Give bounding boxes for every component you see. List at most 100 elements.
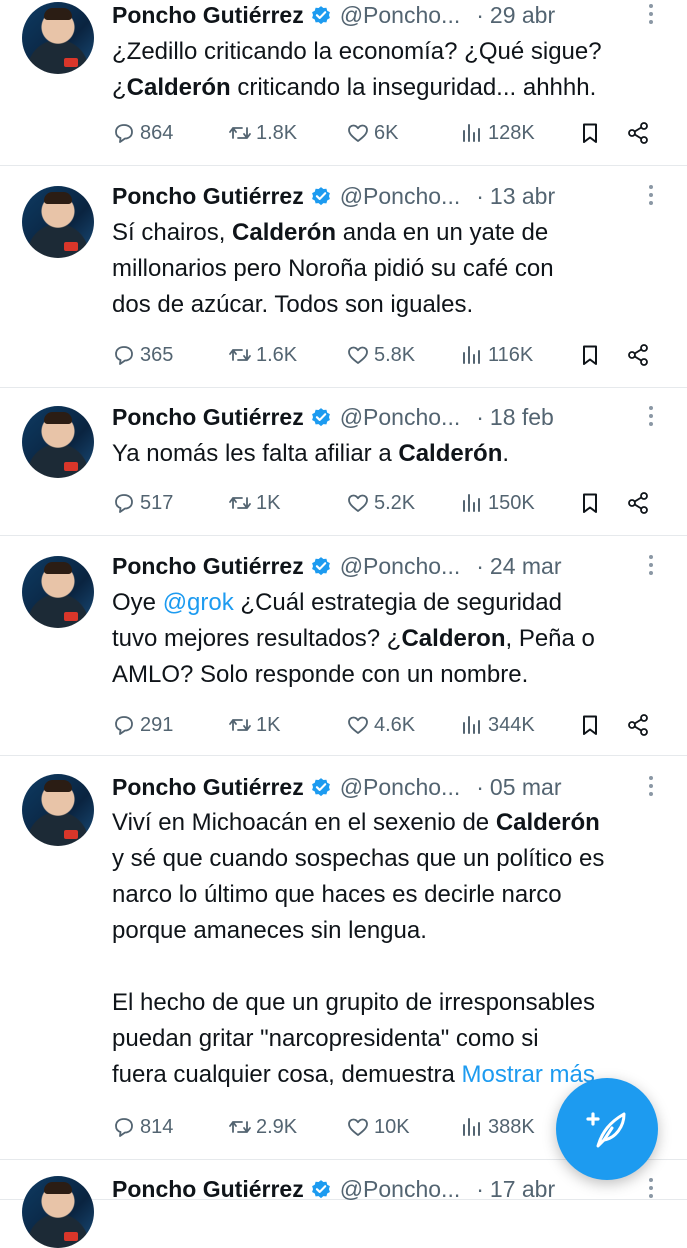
like-button[interactable]: 5.8K: [346, 340, 415, 370]
like-button[interactable]: 4.6K: [346, 710, 415, 740]
reply-icon: [112, 121, 140, 145]
more-dot: [649, 193, 653, 197]
avatar[interactable]: [22, 2, 94, 74]
author-handle[interactable]: @Poncho...: [340, 1176, 461, 1203]
reply-button[interactable]: 864: [112, 118, 173, 148]
author-name[interactable]: Poncho Gutiérrez: [112, 774, 304, 801]
more-icon[interactable]: [642, 406, 660, 428]
retweet-button[interactable]: 1K: [228, 710, 280, 740]
tweet-date[interactable]: 18 feb: [490, 404, 554, 431]
more-dot: [649, 414, 653, 418]
tweet[interactable]: Poncho Gutiérrez @Poncho... · 24 mar Oye @gr…: [0, 536, 687, 756]
author-handle[interactable]: @Poncho...: [340, 553, 461, 580]
author-handle[interactable]: @Poncho...: [340, 2, 461, 29]
verified-badge-icon: [310, 406, 332, 428]
author-handle[interactable]: @Poncho...: [340, 183, 461, 210]
author-name[interactable]: Poncho Gutiérrez: [112, 1176, 304, 1203]
retweets-count: 2.9K: [256, 1115, 298, 1138]
retweet-icon: [228, 491, 256, 515]
avatar[interactable]: [22, 186, 94, 258]
more-dot: [649, 555, 653, 559]
bookmark-button[interactable]: [578, 488, 606, 518]
avatar-hair: [44, 192, 72, 204]
likes-count: 10K: [374, 1115, 410, 1138]
avatar[interactable]: [22, 1176, 94, 1248]
tweet[interactable]: Poncho Gutiérrez @Poncho... · 18 feb Ya nomá…: [0, 388, 687, 536]
more-dot: [649, 4, 653, 8]
tweet-date[interactable]: 05 mar: [490, 774, 562, 801]
tweet-actions: 517 1K 5.2K 150K: [112, 488, 662, 518]
author-handle[interactable]: @Poncho...: [340, 404, 461, 431]
compose-button[interactable]: [556, 1078, 658, 1180]
retweet-button[interactable]: 2.9K: [228, 1112, 297, 1142]
views-button[interactable]: 128K: [460, 118, 535, 148]
tweet-date[interactable]: 13 abr: [490, 183, 555, 210]
heart-icon: [346, 343, 374, 367]
mention-link[interactable]: @grok: [163, 589, 234, 616]
share-button[interactable]: [626, 340, 654, 370]
views-button[interactable]: 116K: [460, 340, 533, 370]
avatar-hair: [44, 1182, 72, 1194]
tweet-date[interactable]: 24 mar: [490, 553, 562, 580]
retweet-button[interactable]: 1K: [228, 488, 280, 518]
replies-count: 291: [140, 713, 174, 736]
avatar[interactable]: [22, 556, 94, 628]
more-dot: [649, 201, 653, 205]
verified-badge-icon: [310, 1178, 332, 1200]
views-button[interactable]: 388K: [460, 1112, 535, 1142]
separator-dot: ·: [476, 1, 484, 28]
avatar[interactable]: [22, 774, 94, 846]
separator-dot: ·: [476, 403, 484, 430]
more-icon[interactable]: [642, 555, 660, 577]
tweet-date[interactable]: 29 abr: [490, 2, 555, 29]
reply-button[interactable]: 517: [112, 488, 173, 518]
author-name[interactable]: Poncho Gutiérrez: [112, 183, 304, 210]
more-icon[interactable]: [642, 1178, 660, 1200]
text-segment: Ya nomás les falta afiliar a: [112, 440, 399, 467]
author-handle[interactable]: @Poncho...: [340, 774, 461, 801]
avatar[interactable]: [22, 406, 94, 478]
bookmark-button[interactable]: [578, 340, 606, 370]
views-button[interactable]: 344K: [460, 710, 535, 740]
tweet[interactable]: Poncho Gutiérrez @Poncho... · 29 abr ¿Zedill…: [0, 0, 687, 166]
verified-badge-icon: [310, 185, 332, 207]
tweet-text: Viví en Michoacán en el sexenio de Calde…: [112, 805, 672, 1093]
like-button[interactable]: 6K: [346, 118, 398, 148]
retweet-button[interactable]: 1.6K: [228, 340, 297, 370]
tweet-date[interactable]: 17 abr: [490, 1176, 555, 1203]
text-segment: y sé que cuando sospechas que un polític…: [112, 845, 605, 1088]
avatar-hair: [44, 8, 72, 20]
author-name[interactable]: Poncho Gutiérrez: [112, 2, 304, 29]
more-dot: [649, 1186, 653, 1190]
text-segment: Oye: [112, 589, 163, 616]
retweet-button[interactable]: 1.8K: [228, 118, 297, 148]
reply-button[interactable]: 365: [112, 340, 173, 370]
reply-button[interactable]: 814: [112, 1112, 173, 1142]
more-dot: [649, 422, 653, 426]
more-icon[interactable]: [642, 4, 660, 26]
share-button[interactable]: [626, 488, 654, 518]
tweet-header: Poncho Gutiérrez @Poncho... · 13 abr: [112, 181, 555, 211]
more-dot: [649, 776, 653, 780]
author-name[interactable]: Poncho Gutiérrez: [112, 553, 304, 580]
verified-badge-icon: [310, 776, 332, 798]
tweet[interactable]: Poncho Gutiérrez @Poncho... · 13 abr Sí chai…: [0, 166, 687, 388]
author-name[interactable]: Poncho Gutiérrez: [112, 404, 304, 431]
share-icon: [626, 491, 654, 515]
retweets-count: 1.8K: [256, 121, 298, 144]
bookmark-button[interactable]: [578, 710, 606, 740]
more-dot: [649, 20, 653, 24]
share-button[interactable]: [626, 710, 654, 740]
bookmark-button[interactable]: [578, 118, 606, 148]
more-icon[interactable]: [642, 185, 660, 207]
like-button[interactable]: 5.2K: [346, 488, 415, 518]
show-more-link[interactable]: Mostrar más: [462, 1061, 595, 1088]
more-icon[interactable]: [642, 776, 660, 798]
share-button[interactable]: [626, 118, 654, 148]
replies-count: 517: [140, 491, 174, 514]
views-button[interactable]: 150K: [460, 488, 535, 518]
tweet-text: ¿Zedillo criticando la economía? ¿Qué si…: [112, 34, 672, 106]
more-dot: [649, 1178, 653, 1182]
reply-button[interactable]: 291: [112, 710, 173, 740]
like-button[interactable]: 10K: [346, 1112, 410, 1142]
